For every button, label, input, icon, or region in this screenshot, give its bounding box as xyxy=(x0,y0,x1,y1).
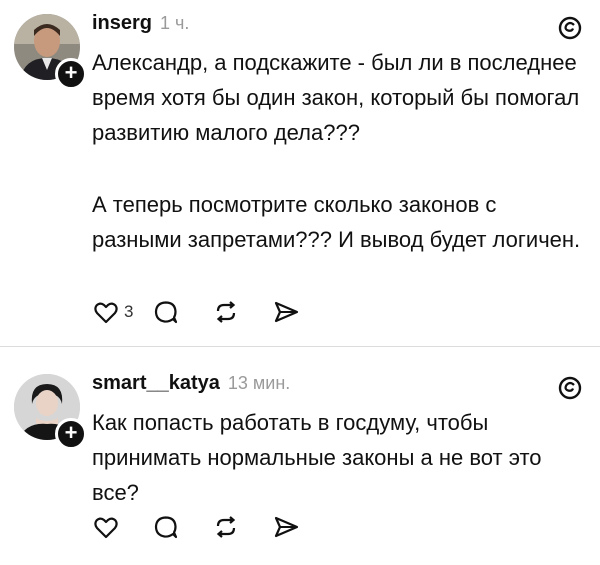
username[interactable]: smart__katya xyxy=(92,372,220,395)
post-actions xyxy=(92,512,332,542)
follow-plus-icon[interactable]: + xyxy=(55,418,87,450)
post-header: smart__katya 13 мин. xyxy=(92,372,290,395)
post-text: Как попасть работать в госдуму, чтобы пр… xyxy=(92,410,542,505)
follow-plus-icon[interactable]: + xyxy=(55,58,87,90)
post-smart-katya: + smart__katya 13 мин. Как попасть работ… xyxy=(0,348,600,565)
repost-button[interactable] xyxy=(212,297,272,327)
username[interactable]: inserg xyxy=(92,12,152,35)
reply-button[interactable] xyxy=(152,512,212,542)
like-button[interactable] xyxy=(92,512,152,542)
like-count: 3 xyxy=(124,302,134,321)
send-icon xyxy=(274,301,299,323)
heart-icon xyxy=(94,302,118,324)
reply-button[interactable] xyxy=(152,297,212,327)
threads-icon[interactable] xyxy=(556,374,584,402)
timestamp: 13 мин. xyxy=(227,373,291,393)
repost-icon xyxy=(216,516,236,538)
post-inserg: + inserg 1 ч. Александр, а подскажите - … xyxy=(0,0,600,347)
comment-icon xyxy=(154,516,178,539)
timestamp: 1 ч. xyxy=(160,13,190,33)
like-button[interactable]: 3 xyxy=(92,297,152,327)
repost-button[interactable] xyxy=(212,512,272,542)
post-text: Александр, а подскажите - был ли в после… xyxy=(92,50,580,145)
threads-icon[interactable] xyxy=(556,14,584,42)
post-text: А теперь посмотрите сколько законов с ра… xyxy=(92,192,581,252)
repost-icon xyxy=(216,301,236,323)
post-actions: 3 xyxy=(92,297,332,327)
share-button[interactable] xyxy=(272,512,332,542)
heart-icon xyxy=(94,517,118,539)
share-button[interactable] xyxy=(272,297,332,327)
comment-icon xyxy=(154,301,178,324)
send-icon xyxy=(274,516,299,538)
post-header: inserg 1 ч. xyxy=(92,12,189,35)
divider xyxy=(0,346,600,347)
